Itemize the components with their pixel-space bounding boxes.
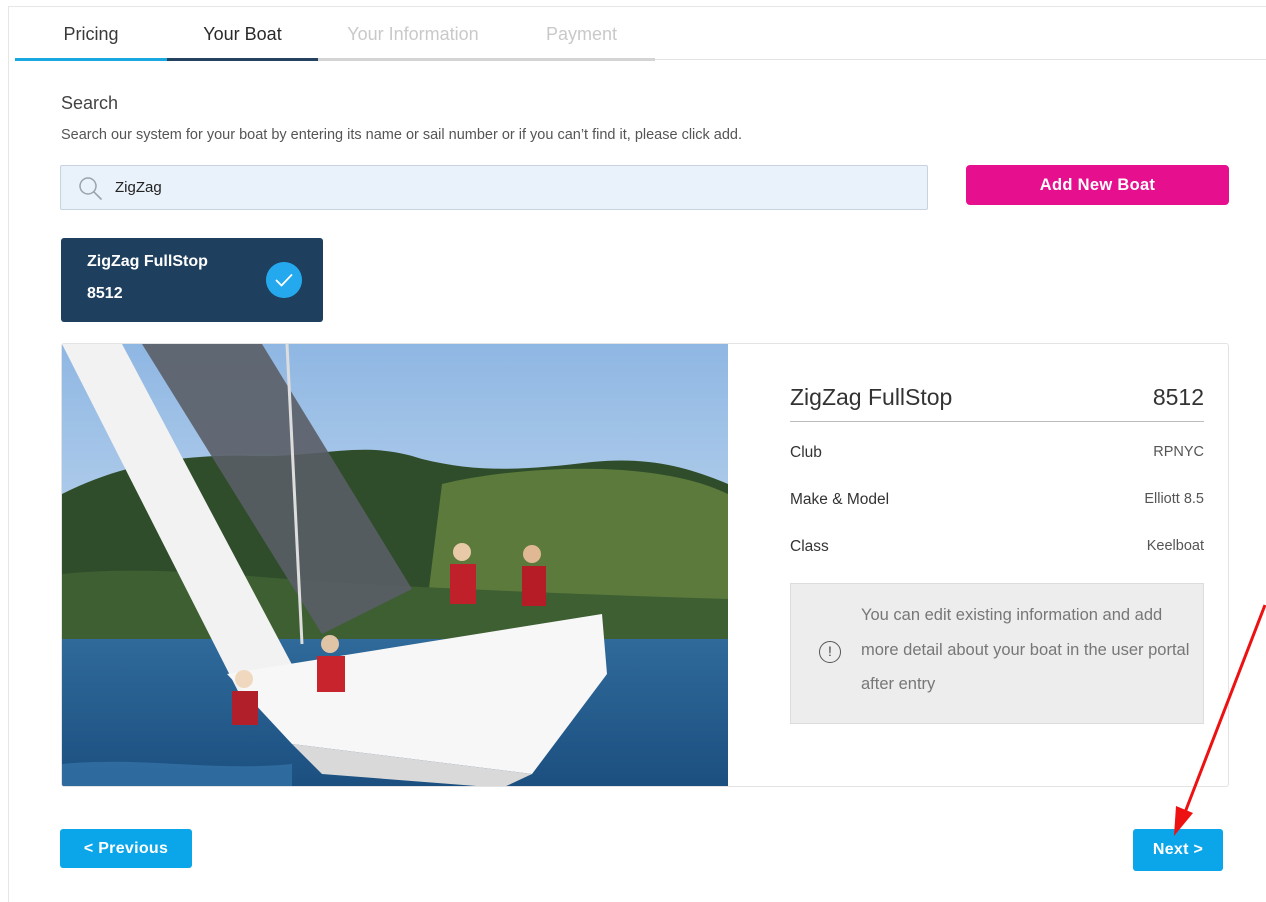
boat-sail-number: 8512 [1152, 384, 1204, 410]
search-heading: Search [61, 93, 119, 113]
boat-detail-panel: ZigZag FullStop 8512 Club RPNYC Make & M… [61, 343, 1229, 787]
info-note-text: You can edit existing information and ad… [861, 606, 1190, 693]
tab-pricing-indicator [15, 58, 167, 61]
field-make-model-label: Make & Model [790, 491, 890, 508]
field-class-label: Class [790, 538, 829, 555]
tab-your-information-indicator [318, 58, 508, 61]
check-circle-icon [266, 262, 302, 298]
add-new-boat-button[interactable]: Add New Boat [966, 165, 1229, 205]
tab-pricing-label: Pricing [63, 24, 119, 44]
result-sail-number: 8512 [87, 285, 123, 302]
boat-info: ZigZag FullStop 8512 Club RPNYC Make & M… [728, 344, 1228, 786]
field-make-model: Make & Model Elliott 8.5 [790, 491, 1204, 513]
step-tabs: Pricing Your Boat Your Information Payme… [15, 8, 1266, 61]
next-button[interactable]: Next > [1133, 829, 1223, 871]
field-club-value: RPNYC [1153, 444, 1204, 460]
search-icon [79, 177, 102, 200]
tab-payment: Payment [508, 8, 655, 61]
boat-name: ZigZag FullStop [790, 384, 953, 410]
tab-pricing[interactable]: Pricing [15, 8, 167, 61]
search-input[interactable] [115, 166, 895, 209]
field-club: Club RPNYC [790, 444, 1204, 466]
tab-your-information-label: Your Information [347, 24, 479, 44]
search-field[interactable] [60, 165, 928, 210]
info-circle-icon: ! [819, 641, 841, 663]
divider [790, 421, 1204, 422]
field-class: Class Keelboat [790, 538, 1204, 560]
search-help-text: Search our system for your boat by enter… [61, 127, 743, 143]
result-boat-name: ZigZag FullStop [87, 253, 208, 270]
tab-your-information: Your Information [318, 8, 508, 61]
tab-your-boat-indicator [167, 58, 318, 61]
previous-button[interactable]: < Previous [60, 829, 192, 868]
boat-result-card[interactable]: ZigZag FullStop 8512 [61, 238, 323, 322]
info-note: ! You can edit existing information and … [790, 583, 1204, 724]
field-make-model-value: Elliott 8.5 [1144, 491, 1204, 507]
tab-your-boat[interactable]: Your Boat [167, 8, 318, 61]
tab-payment-indicator [508, 58, 655, 61]
field-class-value: Keelboat [1146, 538, 1204, 554]
boat-photo [62, 344, 728, 786]
tab-your-boat-label: Your Boat [203, 24, 282, 44]
field-club-label: Club [790, 444, 822, 461]
tab-payment-label: Payment [545, 24, 618, 44]
